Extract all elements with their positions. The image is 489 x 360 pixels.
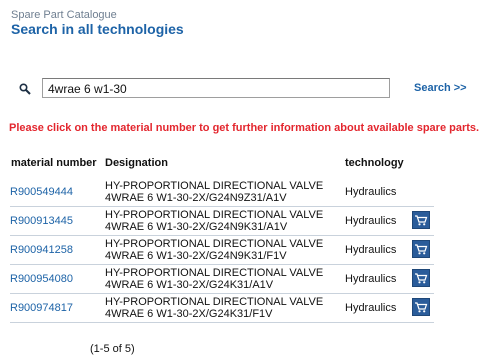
material-number-link[interactable]: R900974817 [10, 302, 73, 314]
material-number-link[interactable]: R900941258 [10, 244, 73, 256]
material-number-link[interactable]: R900913445 [10, 215, 73, 227]
designation-line-1: HY-PROPORTIONAL DIRECTIONAL VALVE [105, 296, 324, 308]
search-button[interactable]: Search >> [414, 82, 467, 94]
table-row: R900913445 HY-PROPORTIONAL DIRECTIONAL V… [10, 207, 434, 236]
material-number-link[interactable]: R900954080 [10, 273, 73, 285]
search-input[interactable] [42, 78, 390, 98]
designation-line-2: 4WRAE 6 W1-30-2X/G24N9K31/A1V [105, 221, 288, 233]
add-to-cart-button[interactable] [412, 211, 430, 229]
technology-cell: Hydraulics [345, 215, 397, 227]
designation-line-2: 4WRAE 6 W1-30-2X/G24N9K31/F1V [105, 250, 287, 262]
pagination-summary: (1-5 of 5) [90, 343, 135, 355]
page-title: Search in all technologies [11, 21, 184, 37]
table-row: R900974817 HY-PROPORTIONAL DIRECTIONAL V… [10, 294, 434, 323]
designation-line-1: HY-PROPORTIONAL DIRECTIONAL VALVE [105, 267, 324, 279]
designation-line-2: 4WRAE 6 W1-30-2X/G24N9Z31/A1V [105, 192, 287, 204]
designation-cell: HY-PROPORTIONAL DIRECTIONAL VALVE 4WRAE … [105, 267, 345, 291]
technology-cell: Hydraulics [345, 186, 397, 198]
designation-cell: HY-PROPORTIONAL DIRECTIONAL VALVE 4WRAE … [105, 296, 345, 320]
designation-line-2: 4WRAE 6 W1-30-2X/G24K31/A1V [105, 279, 274, 291]
designation-line-1: HY-PROPORTIONAL DIRECTIONAL VALVE [105, 209, 324, 221]
technology-cell: Hydraulics [345, 302, 397, 314]
technology-cell: Hydraulics [345, 273, 397, 285]
shopping-cart-icon [415, 273, 428, 284]
column-header-designation: Designation [105, 157, 168, 169]
material-number-link[interactable]: R900549444 [10, 186, 73, 198]
designation-line-1: HY-PROPORTIONAL DIRECTIONAL VALVE [105, 180, 324, 192]
shopping-cart-icon [415, 302, 428, 313]
designation-cell: HY-PROPORTIONAL DIRECTIONAL VALVE 4WRAE … [105, 209, 345, 233]
table-row: R900941258 HY-PROPORTIONAL DIRECTIONAL V… [10, 236, 434, 265]
designation-line-2: 4WRAE 6 W1-30-2X/G24K31/F1V [105, 308, 273, 320]
add-to-cart-button[interactable] [412, 269, 430, 287]
add-to-cart-button[interactable] [412, 240, 430, 258]
results-table: R900549444 HY-PROPORTIONAL DIRECTIONAL V… [10, 178, 434, 323]
technology-cell: Hydraulics [345, 244, 397, 256]
table-row: R900549444 HY-PROPORTIONAL DIRECTIONAL V… [10, 178, 434, 207]
shopping-cart-icon [415, 244, 428, 255]
column-header-material-number: material number [11, 157, 97, 169]
designation-line-1: HY-PROPORTIONAL DIRECTIONAL VALVE [105, 238, 324, 250]
add-to-cart-button[interactable] [412, 298, 430, 316]
search-icon [19, 83, 31, 95]
column-header-technology: technology [345, 157, 404, 169]
table-row: R900954080 HY-PROPORTIONAL DIRECTIONAL V… [10, 265, 434, 294]
designation-cell: HY-PROPORTIONAL DIRECTIONAL VALVE 4WRAE … [105, 180, 345, 204]
catalogue-label: Spare Part Catalogue [11, 9, 117, 21]
designation-cell: HY-PROPORTIONAL DIRECTIONAL VALVE 4WRAE … [105, 238, 345, 262]
shopping-cart-icon [415, 215, 428, 226]
info-notice: Please click on the material number to g… [9, 122, 480, 134]
